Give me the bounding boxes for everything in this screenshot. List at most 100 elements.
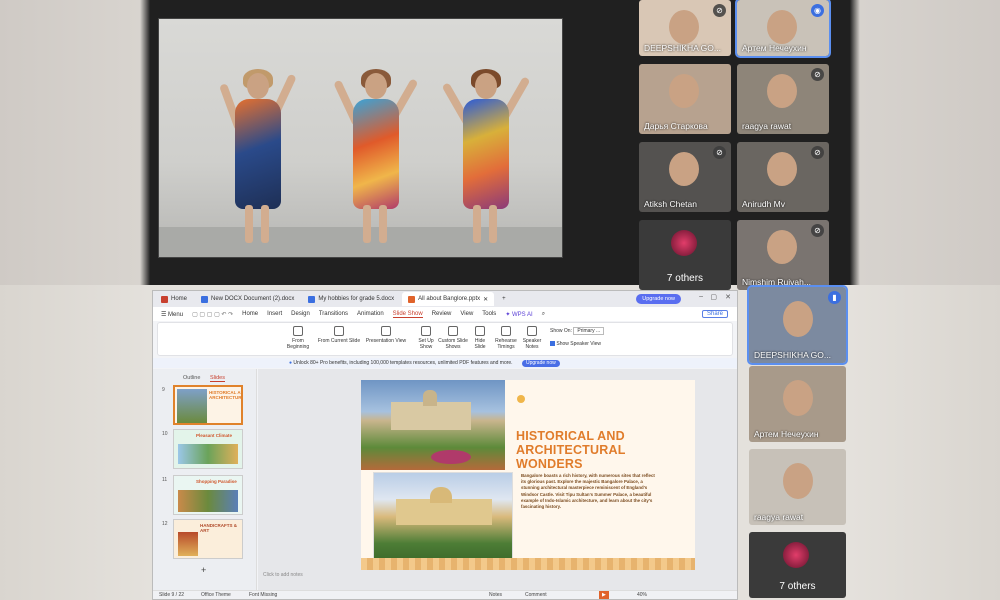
- comment-toggle[interactable]: Comment: [525, 591, 547, 599]
- participant-name: raagya rawat: [742, 121, 792, 131]
- font-missing-indicator[interactable]: Font Missing: [249, 591, 277, 599]
- tipu-palace-image: [373, 472, 513, 562]
- from-current-slide-button[interactable]: From Current Slide: [316, 326, 362, 344]
- participant-tile[interactable]: ⊘ DEEPSHIKHA GO...: [639, 0, 731, 56]
- slide-canvas[interactable]: HISTORICAL AND ARCHITECTURAL WONDERS Ban…: [258, 369, 737, 591]
- wps-ai-button[interactable]: ✦ WPS AI: [505, 311, 532, 318]
- search-icon[interactable]: ⌕: [542, 311, 545, 318]
- menu-animation[interactable]: Animation: [357, 311, 384, 317]
- wps-presentation-window[interactable]: Home New DOCX Document (2).docx My hobbi…: [152, 290, 738, 600]
- menu-home[interactable]: Home: [242, 311, 258, 317]
- participant-name: Артем Нечеухин: [742, 43, 807, 53]
- participant-tile[interactable]: Артем Нечеухин: [749, 366, 846, 442]
- menu-slide-show[interactable]: Slide Show: [392, 311, 423, 318]
- menu-bar: ☰ Menu ▢ ▢ ▢ ▢ ↶ ↷ Home Insert Design Tr…: [153, 307, 737, 321]
- quick-access-icons[interactable]: ▢ ▢ ▢ ▢ ↶ ↷: [192, 311, 233, 318]
- add-slide-icon[interactable]: +: [201, 565, 206, 575]
- show-speaker-view-checkbox[interactable]: Show Speaker View: [550, 341, 630, 347]
- close-window-icon[interactable]: ✕: [725, 293, 731, 301]
- participant-tile[interactable]: ▮ DEEPSHIKHA GO...: [747, 285, 848, 365]
- presentation-icon: [408, 295, 416, 303]
- wps-logo-icon: [161, 295, 168, 303]
- participant-name: DEEPSHIKHA GO...: [644, 43, 721, 53]
- banner-upgrade-button[interactable]: Upgrade now: [521, 360, 560, 367]
- thumb-number: 9: [162, 387, 165, 393]
- tab-outline[interactable]: Outline: [183, 375, 200, 381]
- sun-decoration-icon: [517, 395, 525, 403]
- slide-body-text[interactable]: Bangalore boasts a rich history, with nu…: [521, 473, 655, 510]
- participant-name: DEEPSHIKHA GO...: [754, 350, 831, 360]
- menu-button[interactable]: ☰ Menu: [161, 311, 183, 318]
- participant-figure: [669, 10, 699, 44]
- notes-toggle[interactable]: Notes: [489, 591, 502, 599]
- panel-tabs: Outline Slides: [183, 375, 233, 382]
- dancer: [441, 69, 531, 243]
- menu-review[interactable]: Review: [432, 311, 452, 317]
- notes-placeholder[interactable]: Click to add notes: [263, 572, 303, 578]
- menu-tools[interactable]: Tools: [482, 311, 496, 317]
- participant-tile[interactable]: ⊘ Atiksh Chetan: [639, 142, 731, 212]
- palace-border-decoration: [361, 558, 695, 570]
- participant-tile[interactable]: ⊘ Anirudh Mv: [737, 142, 829, 212]
- participant-figure: [767, 230, 797, 264]
- menu-transitions[interactable]: Transitions: [319, 311, 348, 317]
- participant-tile[interactable]: ⊘ Nimshim Ruivah...: [737, 220, 829, 290]
- participant-tile[interactable]: raagya rawat: [749, 449, 846, 525]
- slide-thumbnail[interactable]: HISTORICAL AND ARCHITECTURAL: [173, 385, 243, 425]
- others-tile[interactable]: 7 others: [749, 532, 846, 598]
- mic-muted-icon: ⊘: [811, 146, 824, 159]
- participant-name: Nimshim Ruivah...: [742, 277, 811, 287]
- play-slideshow-icon[interactable]: ▶: [599, 591, 609, 599]
- shared-video[interactable]: [158, 18, 563, 258]
- mic-muted-icon: ⊘: [811, 224, 824, 237]
- minimize-icon[interactable]: –: [699, 293, 703, 300]
- hide-slide-button[interactable]: Hide Slide: [470, 326, 490, 350]
- tab-docx-1[interactable]: New DOCX Document (2).docx: [195, 292, 300, 306]
- slide-thumbnail[interactable]: Pleasant Climate: [173, 429, 243, 469]
- dancer: [219, 69, 297, 243]
- presentation-view-button[interactable]: Presentation View: [364, 326, 408, 344]
- participant-name: raagya rawat: [754, 512, 804, 522]
- from-beginning-button[interactable]: From Beginning: [284, 326, 312, 350]
- menu-insert[interactable]: Insert: [267, 311, 282, 317]
- menu-view[interactable]: View: [460, 311, 473, 317]
- show-on-group: Show On: Primary ...: [550, 327, 630, 335]
- current-slide[interactable]: HISTORICAL AND ARCHITECTURAL WONDERS Ban…: [361, 380, 695, 570]
- document-icon: [201, 295, 209, 303]
- slide-thumbnail[interactable]: Shopping Paradise: [173, 475, 243, 515]
- participant-figure: [783, 463, 813, 499]
- bangalore-palace-image: [361, 380, 505, 470]
- tab-docx-2[interactable]: My hobbies for grade 5.docx: [302, 292, 400, 306]
- slide-thumbnail[interactable]: HANDICRAFTS & ART: [173, 519, 243, 559]
- participant-name: Артем Нечеухин: [754, 429, 819, 439]
- participant-tile[interactable]: Дарья Старкова: [639, 64, 731, 134]
- mic-icon: ◉: [811, 4, 824, 17]
- tab-pptx[interactable]: All about Banglore.pptx ✕: [402, 292, 495, 306]
- participant-name: Дарья Старкова: [644, 121, 708, 131]
- upgrade-button[interactable]: Upgrade now: [636, 294, 681, 304]
- close-icon[interactable]: ✕: [483, 296, 488, 303]
- mic-muted-icon: ⊘: [713, 4, 726, 17]
- new-tab-button[interactable]: +: [496, 292, 512, 306]
- others-tile[interactable]: 7 others: [639, 220, 731, 290]
- share-button[interactable]: Share: [701, 310, 728, 318]
- thumb-number: 10: [162, 431, 168, 437]
- participant-tile[interactable]: ⊘ raagya rawat: [737, 64, 829, 134]
- theme-name: Office Theme: [201, 592, 231, 598]
- menu-design[interactable]: Design: [291, 311, 310, 317]
- rehearse-timings-button[interactable]: Rehearse Timings: [492, 326, 520, 350]
- maximize-icon[interactable]: ▢: [710, 293, 717, 301]
- slide-counter: Slide 9 / 22: [159, 592, 185, 598]
- zoom-level[interactable]: 40%: [637, 591, 647, 599]
- slide-title[interactable]: HISTORICAL AND ARCHITECTURAL WONDERS: [516, 429, 666, 471]
- participant-tile[interactable]: ◉ Артем Нечеухин: [735, 0, 831, 58]
- tab-slides[interactable]: Slides: [209, 375, 225, 382]
- set-up-show-button[interactable]: Set Up Show: [414, 326, 438, 350]
- tab-home[interactable]: Home: [155, 292, 193, 306]
- speaker-notes-button[interactable]: Speaker Notes: [520, 326, 544, 350]
- custom-slide-shows-button[interactable]: Custom Slide Shows: [438, 326, 468, 350]
- show-on-select[interactable]: Primary ...: [573, 327, 605, 335]
- checkbox-checked-icon: [550, 341, 555, 347]
- pro-benefits-banner: ● Unlock 80+ Pro benefits, including 100…: [153, 358, 737, 368]
- participant-figure: [767, 10, 797, 44]
